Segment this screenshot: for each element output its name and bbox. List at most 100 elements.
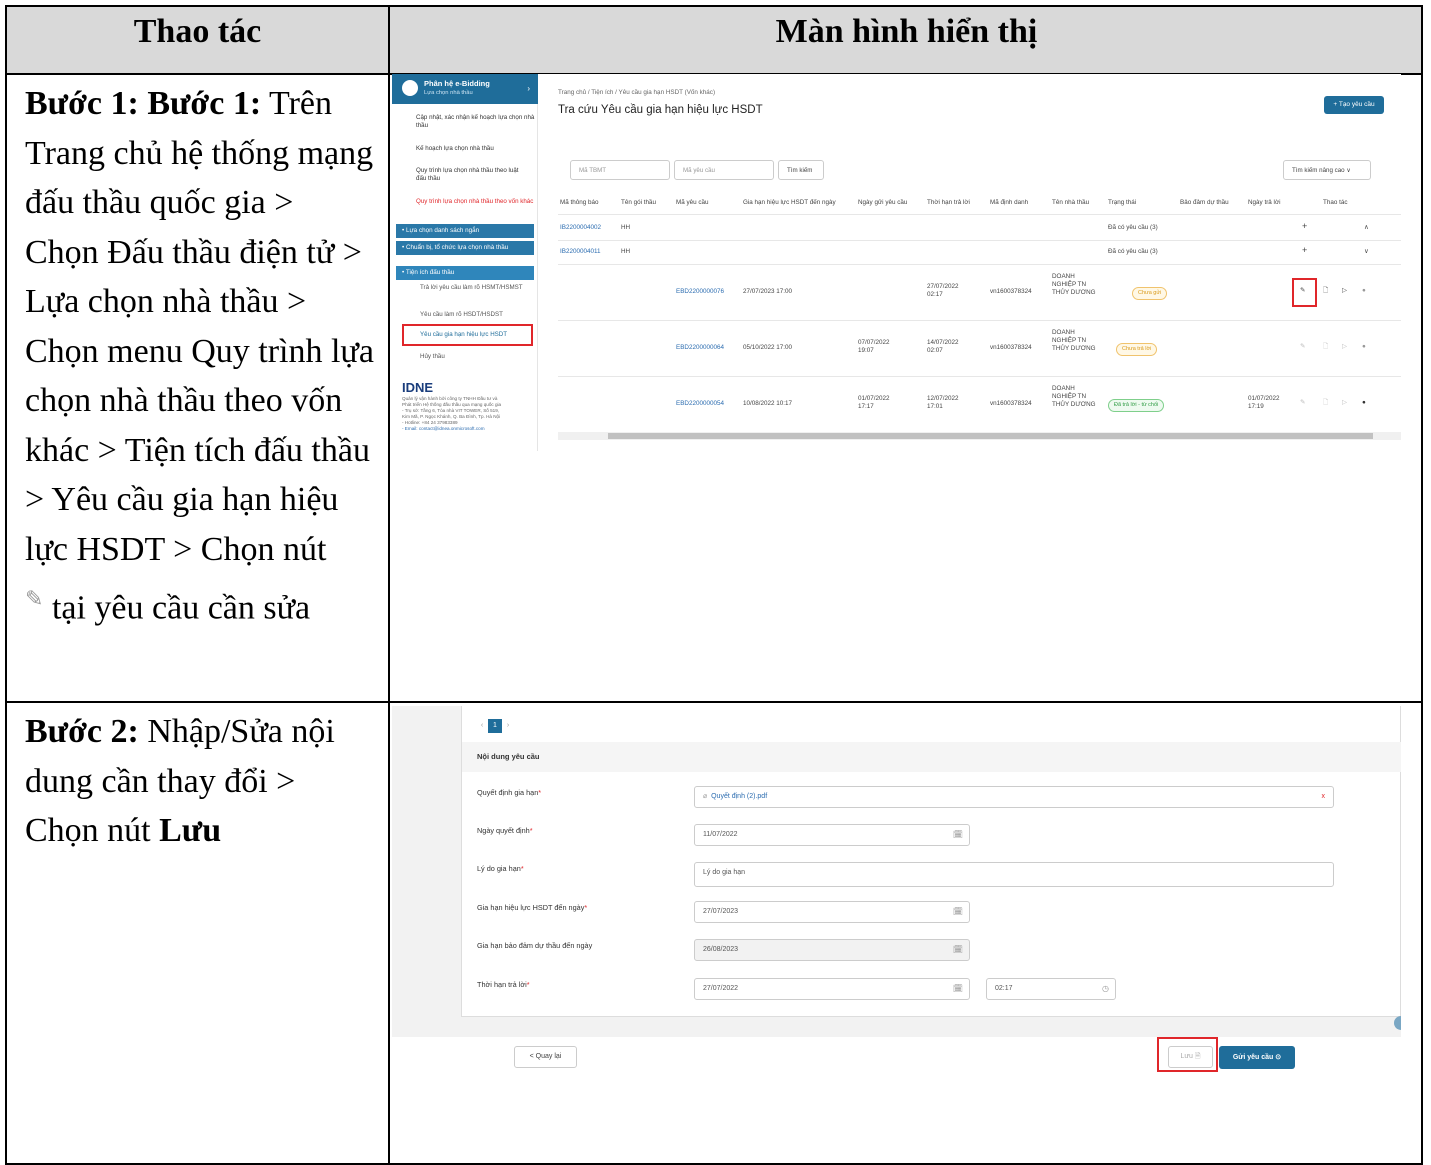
scrollbar-thumb[interactable] bbox=[608, 433, 1373, 439]
col-header: Mã thông báo bbox=[560, 199, 599, 206]
calendar-icon[interactable]: 🗓 bbox=[953, 902, 963, 922]
sent-date: 07/07/2022 19:07 bbox=[858, 339, 890, 354]
extend-until-field[interactable]: 27/07/2023 🗓 bbox=[694, 901, 970, 923]
request-search-input[interactable]: Mã yêu cầu bbox=[674, 160, 774, 180]
reply-deadline-time[interactable]: 02:17 ◷ bbox=[986, 978, 1116, 1000]
section-header: Nội dung yêu cầu bbox=[462, 742, 1401, 772]
field-label: Quyết định gia hạn* bbox=[477, 788, 542, 797]
trash-icon[interactable]: 🗋 bbox=[1323, 287, 1328, 295]
decision-file-field[interactable]: ⌀ Quyết định (2).pdf x bbox=[694, 786, 1334, 808]
app-header[interactable]: Phân hệ e-Bidding Lựa chọn nhà thầu › bbox=[392, 74, 538, 104]
guarantee-until-field: 26/08/2023 🗓 bbox=[694, 939, 970, 961]
request-code[interactable]: EBD2200000064 bbox=[676, 344, 724, 352]
sent-date: 01/07/2022 17:17 bbox=[858, 395, 890, 410]
idnea-logo: IDNE bbox=[402, 380, 434, 395]
screenshot-search: Phân hệ e-Bidding Lựa chọn nhà thầu › Cậ… bbox=[392, 74, 1401, 451]
bidder-id: vn1600378324 bbox=[990, 288, 1032, 295]
create-request-button[interactable]: + Tạo yêu cầu bbox=[1324, 96, 1384, 114]
reply-deadline-date[interactable]: 27/07/2022 🗓 bbox=[694, 978, 970, 1000]
calendar-icon[interactable]: 🗓 bbox=[953, 825, 963, 845]
sidebar-item-other-capital[interactable]: Quy trình lựa chọn nhà thầu theo vốn khá… bbox=[400, 198, 536, 206]
sidebar-item-shortlist[interactable]: • Lựa chọn danh sách ngắn bbox=[396, 224, 534, 238]
sidebar-item-update-plan[interactable]: Cập nhật, xác nhận kế hoạch lựa chọn nhà… bbox=[400, 114, 536, 130]
request-code[interactable]: EBD2200000076 bbox=[676, 288, 724, 296]
sidebar-item-clarify-hsdt[interactable]: Yêu cầu làm rõ HSDT/HSDST bbox=[400, 311, 536, 319]
calendar-icon[interactable]: 🗓 bbox=[953, 979, 963, 999]
send-icon[interactable]: ▷ bbox=[1342, 287, 1347, 295]
pencil-icon: ✎ bbox=[1300, 343, 1306, 350]
clock-icon[interactable]: ◷ bbox=[1102, 979, 1109, 999]
extend-until: 27/07/2023 17:00 bbox=[743, 288, 793, 295]
calendar-icon: 🗓 bbox=[952, 945, 963, 954]
sidebar-item-answer-hsmt[interactable]: Trả lời yêu cầu làm rõ HSMT/HSMST bbox=[400, 284, 536, 292]
group-status: Đã có yêu cầu (3) bbox=[1108, 248, 1158, 255]
chevron-down-icon[interactable]: ∨ bbox=[1364, 248, 1369, 256]
field-label: Gia hạn hiệu lực HSDT đến ngày* bbox=[477, 903, 588, 912]
field-label: Thời hạn trả lời* bbox=[477, 980, 530, 989]
status-dot-icon: ● bbox=[1362, 399, 1366, 406]
decision-date-field[interactable]: 11/07/2022 🗓 bbox=[694, 824, 970, 846]
plus-icon[interactable]: + bbox=[1302, 222, 1307, 231]
col-header: Mã yêu cầu bbox=[676, 199, 709, 206]
col-header: Bảo đảm dự thầu bbox=[1180, 199, 1229, 206]
floating-help-icon[interactable] bbox=[1394, 1016, 1401, 1030]
sidebar-item-plan[interactable]: Kế hoạch lựa chọn nhà thầu bbox=[400, 145, 536, 153]
step-1: Bước 1: Bước 1: Trên Trang chủ hệ thống … bbox=[25, 79, 375, 633]
status-badge: Chưa gửi bbox=[1132, 287, 1168, 300]
advanced-search-button[interactable]: Tìm kiếm nâng cao ∨ bbox=[1283, 160, 1371, 180]
request-code[interactable]: EBD2200000054 bbox=[676, 400, 724, 408]
field-label: Gia hạn bảo đảm dự thầu đến ngày bbox=[477, 941, 593, 950]
chevron-right-icon: › bbox=[527, 84, 530, 93]
back-button[interactable]: < Quay lại bbox=[514, 1046, 577, 1068]
remove-file-icon[interactable]: x bbox=[1322, 787, 1326, 807]
trash-icon: 🗋 bbox=[1323, 399, 1329, 406]
reply-by: 14/07/2022 02:07 bbox=[927, 339, 959, 354]
trash-icon: 🗋 bbox=[1323, 343, 1329, 350]
chevron-up-icon[interactable]: ∧ bbox=[1364, 224, 1369, 232]
bidder-id: vn1600378324 bbox=[990, 400, 1032, 407]
pencil-icon: ✎ bbox=[1300, 399, 1306, 406]
sidebar: Phân hệ e-Bidding Lựa chọn nhà thầu › Cậ… bbox=[392, 74, 538, 451]
sidebar-item-cancel[interactable]: Hủy thầu bbox=[400, 353, 536, 361]
bidder-name: DOANH NGHIỆP TN THỦY DƯƠNG bbox=[1052, 385, 1096, 408]
col-header: Mã định danh bbox=[990, 199, 1029, 206]
step-1-lead: Bước 1: Bước 1: bbox=[25, 85, 262, 122]
highlight-menu-box bbox=[402, 324, 533, 346]
sidebar-item-prepare[interactable]: • Chuẩn bị, tổ chức lựa chọn nhà thầu bbox=[396, 241, 534, 255]
send-icon: ▷ bbox=[1342, 399, 1347, 406]
group-code[interactable]: IB2200004011 bbox=[560, 248, 601, 256]
page-title: Tra cứu Yêu cầu gia hạn hiệu lực HSDT bbox=[558, 104, 763, 116]
highlight-edit-box bbox=[1292, 278, 1317, 307]
reply-by: 27/07/2022 02:17 bbox=[927, 283, 959, 298]
header-screen: Màn hình hiển thị bbox=[775, 13, 1038, 50]
step-1-text: Trên Trang chủ hệ thống mạng đấu thầu qu… bbox=[25, 85, 374, 568]
sidebar-item-law-process[interactable]: Quy trình lựa chọn nhà thầu theo luật đấ… bbox=[400, 167, 520, 183]
answered-date: 01/07/2022 17:19 bbox=[1248, 395, 1280, 410]
request-card: ‹ 1 › Nội dung yêu cầu Quyết định gia hạ… bbox=[461, 706, 1401, 1017]
col-header: Gia hạn hiệu lực HSDT đến ngày bbox=[743, 199, 836, 206]
page-next-icon[interactable]: › bbox=[503, 719, 513, 733]
page-prev-icon[interactable]: ‹ bbox=[477, 719, 487, 733]
col-header: Thời hạn trả lời bbox=[927, 199, 970, 206]
reason-textarea[interactable]: Lý do gia hạn bbox=[694, 862, 1334, 887]
tbmt-search-input[interactable]: Mã TBMT bbox=[570, 160, 670, 180]
sidebar-item-utilities[interactable]: • Tiện ích đấu thầu bbox=[396, 266, 534, 280]
send-request-button[interactable]: Gửi yêu cầu ⊙ bbox=[1219, 1046, 1295, 1069]
extend-until: 10/08/2022 10:17 bbox=[743, 400, 793, 407]
group-code[interactable]: IB2200004002 bbox=[560, 224, 601, 232]
bidder-id: vn1600378324 bbox=[990, 344, 1032, 351]
status-dot-icon: ● bbox=[1362, 287, 1366, 294]
field-label: Lý do gia hạn* bbox=[477, 864, 524, 873]
step-2-lead: Bước 2: bbox=[25, 713, 139, 750]
page-number[interactable]: 1 bbox=[488, 719, 502, 733]
bidder-name: DOANH NGHIỆP TN THỦY DƯƠNG bbox=[1052, 329, 1096, 352]
pencil-icon: ✎ bbox=[25, 586, 44, 611]
search-button[interactable]: Tìm kiếm bbox=[778, 160, 824, 180]
app-name: Phân hệ e-Bidding bbox=[424, 79, 490, 88]
paperclip-icon: ⌀ bbox=[703, 793, 708, 800]
status-badge: Chưa trả lời bbox=[1116, 343, 1158, 356]
reply-by: 12/07/2022 17:01 bbox=[927, 395, 959, 410]
plus-icon[interactable]: + bbox=[1302, 246, 1307, 255]
extend-until: 05/10/2022 17:00 bbox=[743, 344, 793, 351]
step-2: Bước 2: Nhập/Sửa nội dung cần thay đổi >… bbox=[25, 707, 375, 856]
